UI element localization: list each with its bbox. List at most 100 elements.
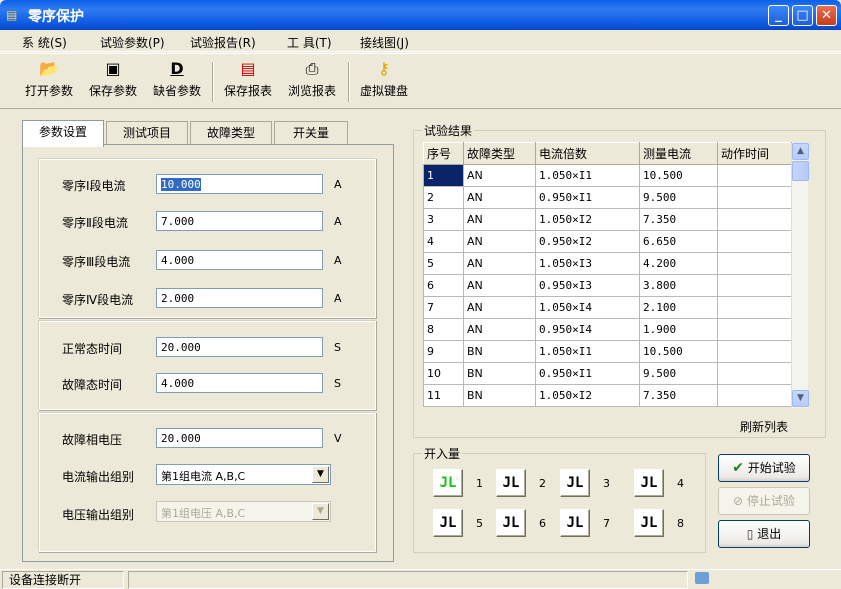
table-row[interactable]: 3 AN 1.050×I2 7.350 [423, 208, 792, 231]
zero-seq-ii-input[interactable]: 7.000 [156, 211, 323, 231]
virtual-keyboard-button[interactable]: ⚷ 虚拟键盘 [356, 60, 412, 106]
digital-inputs-caption: 开入量 [422, 445, 463, 462]
digital-input-3-indicator[interactable]: JL [560, 469, 590, 497]
table-cell: 4 [423, 230, 464, 253]
table-cell: 1.050×I1 [535, 164, 640, 187]
table-cell [717, 186, 792, 209]
menu-wiring[interactable]: 接线图(J) [360, 34, 409, 51]
refresh-list-link[interactable]: 刷新列表 [740, 418, 788, 435]
scroll-up-icon[interactable]: ▲ [792, 143, 809, 160]
scroll-thumb[interactable] [792, 161, 809, 181]
toolbar: 📂 打开参数 ▣ 保存参数 D 缺省参数 ▤ 保存报表 ⎙ 浏览报表 ⚷ 虚拟键… [0, 53, 841, 109]
digital-input-6-label: 6 [539, 517, 546, 530]
tab-switch[interactable]: 开关量 [274, 121, 348, 145]
browse-report-button[interactable]: ⎙ 浏览报表 [284, 60, 340, 106]
maximize-button[interactable]: □ [792, 5, 813, 26]
scroll-down-icon[interactable]: ▼ [792, 390, 809, 407]
table-cell [717, 164, 792, 187]
table-row[interactable]: 10 BN 0.950×I1 9.500 [423, 362, 792, 385]
tab-param-settings[interactable]: 参数设置 [22, 120, 104, 147]
menu-tools[interactable]: 工 具(T) [287, 34, 332, 51]
col-fault-type[interactable]: 故障类型 [463, 142, 536, 165]
table-cell: 10.500 [639, 340, 718, 363]
digital-input-1-label: 1 [476, 477, 483, 490]
zero-seq-i-label: 零序Ⅰ段电流 [62, 179, 126, 193]
digital-input-5-indicator[interactable]: JL [433, 509, 463, 537]
minimize-button[interactable]: _ [768, 5, 789, 26]
col-action-time[interactable]: 动作时间 [717, 142, 792, 165]
results-table[interactable]: 序号 故障类型 电流倍数 测量电流 动作时间 1 AN 1.050×I1 10.500… [423, 142, 792, 407]
table-row[interactable]: 2 AN 0.950×I1 9.500 [423, 186, 792, 209]
digital-input-2-indicator[interactable]: JL [496, 469, 526, 497]
table-cell: 11 [423, 384, 464, 407]
table-cell: 9.500 [639, 186, 718, 209]
fault-voltage-input[interactable]: 20.000 [156, 428, 323, 448]
fault-time-input[interactable]: 4.000 [156, 373, 323, 393]
table-cell [717, 252, 792, 275]
title-bar[interactable]: ▤ 零序保护 _ □ ✕ [0, 0, 841, 30]
current-group-value: 第1组电流 A,B,C [161, 470, 246, 483]
table-cell: AN [463, 274, 536, 297]
stop-icon: ⊘ [733, 494, 744, 508]
close-button[interactable]: ✕ [816, 5, 837, 26]
digital-input-1-indicator[interactable]: JL [433, 469, 463, 497]
start-test-button[interactable]: ✔ 开始试验 [718, 454, 810, 482]
digital-input-4-label: 4 [677, 477, 684, 490]
table-row[interactable]: 5 AN 1.050×I3 4.200 [423, 252, 792, 275]
start-test-label: 开始试验 [747, 461, 796, 475]
table-row[interactable]: 4 AN 0.950×I2 6.650 [423, 230, 792, 253]
zero-seq-iii-label: 零序Ⅲ段电流 [62, 255, 131, 269]
table-cell: 2.100 [639, 296, 718, 319]
table-cell [717, 384, 792, 407]
tab-fault-type[interactable]: 故障类型 [190, 121, 272, 145]
normal-time-input[interactable]: 20.000 [156, 337, 323, 357]
exit-button[interactable]: ▯ 退出 [718, 520, 810, 548]
table-row[interactable]: 8 AN 0.950×I4 1.900 [423, 318, 792, 341]
unit-a: A [334, 254, 342, 267]
window-title: 零序保护 [28, 9, 84, 25]
table-cell [717, 318, 792, 341]
tab-test-items[interactable]: 测试项目 [106, 121, 188, 145]
default-params-button[interactable]: D 缺省参数 [150, 60, 204, 106]
col-index[interactable]: 序号 [423, 142, 464, 165]
status-panel [128, 571, 688, 589]
zero-seq-i-input[interactable]: 10.000 [156, 174, 323, 194]
table-row[interactable]: 7 AN 1.050×I4 2.100 [423, 296, 792, 319]
current-group-label: 电流输出组别 [62, 470, 135, 484]
table-row[interactable]: 11 BN 1.050×I2 7.350 [423, 384, 792, 407]
results-scrollbar[interactable]: ▲ ▼ [791, 143, 809, 408]
toolbar-separator [212, 62, 214, 102]
table-cell: 0.950×I1 [535, 362, 640, 385]
col-measured-current[interactable]: 测量电流 [639, 142, 718, 165]
chevron-down-icon: ▼ [312, 503, 329, 520]
digital-input-8-indicator[interactable]: JL [634, 509, 664, 537]
menu-test-report[interactable]: 试验报告(R) [190, 34, 256, 51]
save-report-button[interactable]: ▤ 保存报表 [220, 60, 276, 106]
table-cell: 9.500 [639, 362, 718, 385]
status-text: 设备连接断开 [2, 571, 124, 589]
table-cell: 7.350 [639, 208, 718, 231]
table-row[interactable]: 6 AN 0.950×I3 3.800 [423, 274, 792, 297]
main-window: ▤ 零序保护 _ □ ✕ 系 统(S) 试验参数(P) 试验报告(R) 工 具(… [0, 0, 841, 589]
digital-input-6-indicator[interactable]: JL [496, 509, 526, 537]
save-params-button[interactable]: ▣ 保存参数 [86, 60, 140, 106]
open-params-button[interactable]: 📂 打开参数 [22, 60, 76, 106]
menu-system[interactable]: 系 统(S) [22, 34, 67, 51]
results-caption: 试验结果 [422, 122, 475, 139]
table-row[interactable]: 9 BN 1.050×I1 10.500 [423, 340, 792, 363]
zero-seq-iii-input[interactable]: 4.000 [156, 250, 323, 270]
table-cell: 0.950×I3 [535, 274, 640, 297]
digital-input-4-indicator[interactable]: JL [634, 469, 664, 497]
stop-test-button: ⊘ 停止试验 [718, 487, 810, 515]
table-cell: AN [463, 230, 536, 253]
table-row[interactable]: 1 AN 1.050×I1 10.500 [423, 164, 792, 187]
default-params-label: 缺省参数 [152, 84, 201, 98]
zero-seq-iv-label: 零序Ⅳ段电流 [62, 293, 134, 307]
col-current-multiple[interactable]: 电流倍数 [535, 142, 640, 165]
connection-icon [695, 572, 709, 584]
chevron-down-icon[interactable]: ▼ [312, 466, 329, 483]
current-group-select[interactable]: 第1组电流 A,B,C ▼ [156, 464, 331, 485]
menu-test-params[interactable]: 试验参数(P) [100, 34, 165, 51]
digital-input-7-indicator[interactable]: JL [560, 509, 590, 537]
zero-seq-iv-input[interactable]: 2.000 [156, 288, 323, 308]
